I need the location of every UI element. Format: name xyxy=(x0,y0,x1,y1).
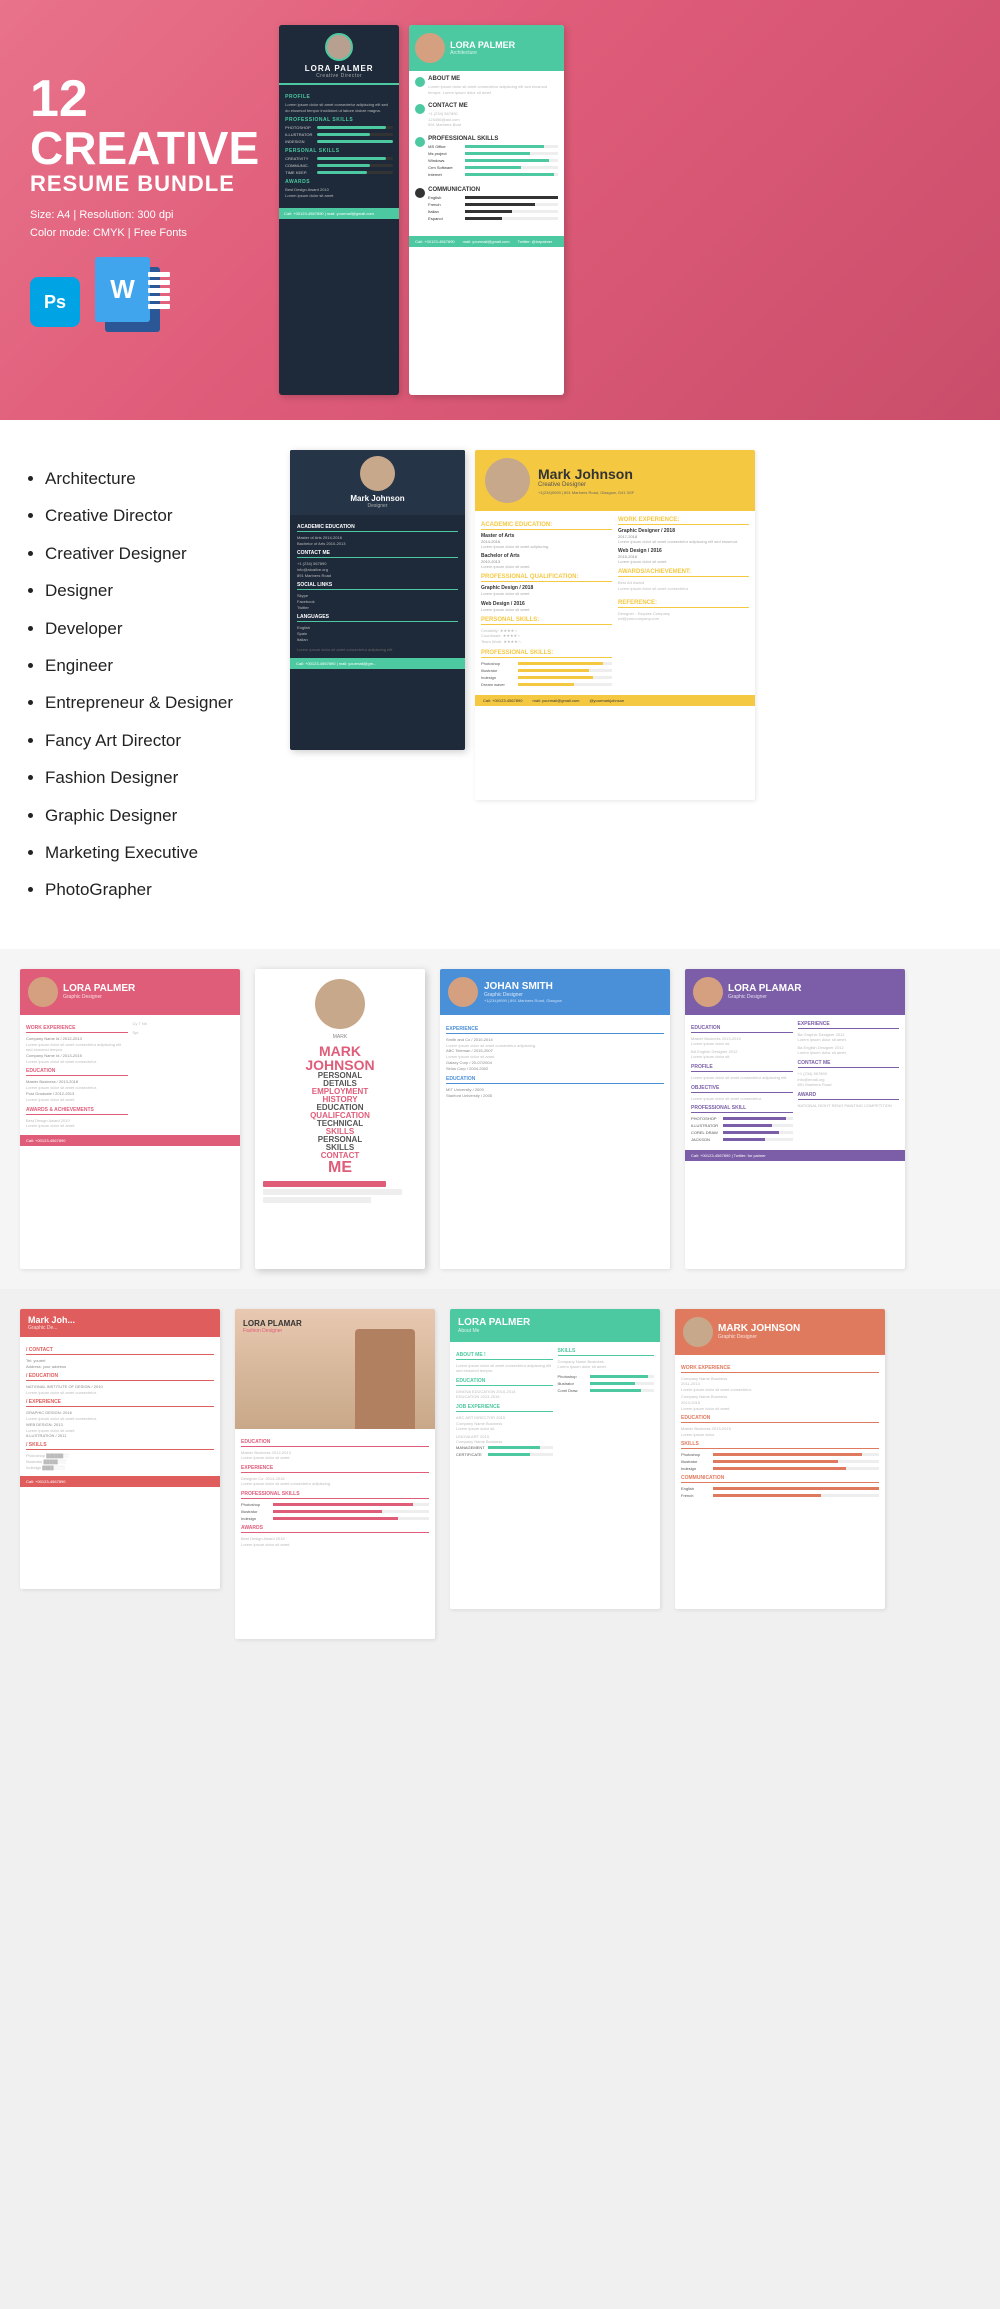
software-icons: Ps W xyxy=(30,257,259,347)
section2-list-previews: Architecture Creative Director Creativer… xyxy=(0,420,1000,949)
rmy-header: Mark Johnson Creative Designer +1(234)90… xyxy=(475,450,755,511)
rd-header: LORA PALMER Creative Director xyxy=(279,25,399,85)
rmr-header: Mark Joh... Graphic De... xyxy=(20,1309,220,1337)
rwa-photo xyxy=(315,979,365,1029)
rj-body: Experience Smith and Co / 2010-2014 Lore… xyxy=(440,1015,670,1105)
word-icon: W xyxy=(90,257,170,347)
rmc-body: WORK EXPERIENCE Company Name Business201… xyxy=(675,1355,885,1507)
wordart-lines: MARK JOHNSON PERSONAL DETAILS EMPLOYMENT… xyxy=(263,1044,417,1176)
rlt-body: ABOUT ME Lorem ipsum dolor sit amet cons… xyxy=(409,71,564,236)
list-item-creative-designer: Creativer Designer xyxy=(45,535,270,572)
section4: Mark Joh... Graphic De... / CONTACT Tel:… xyxy=(0,1289,1000,1659)
resume-preview-mark-coral: MARK JOHNSON Graphic Designer WORK EXPER… xyxy=(675,1309,885,1609)
rd-photo xyxy=(325,33,353,61)
rlf-name-block: LORA PLAMAR Fashion Designer xyxy=(243,1319,302,1334)
rlf-photo-bg: LORA PLAMAR Fashion Designer xyxy=(235,1309,435,1429)
rd-body: PROFILE Lorem ipsum dolor sit amet conse… xyxy=(279,85,399,203)
rlp-photo xyxy=(693,977,723,1007)
bundle-number: 12 xyxy=(30,73,259,125)
section2-resume-previews: Mark Johnson Designer ACADEMIC EDUCATION… xyxy=(290,450,980,800)
rmd-header: Mark Johnson Designer xyxy=(290,450,465,515)
list-item-fancy-art-director: Fancy Art Director xyxy=(45,722,270,759)
resume-preview-lora-teal: LORA PALMER Architecture ABOUT ME Lorem … xyxy=(409,25,564,395)
rlt-header: LORA PALMER Architecture xyxy=(409,25,564,71)
photoshop-icon: Ps xyxy=(30,277,80,327)
rmy-footer: Call: +00123-4567890 mail: yourmail@gmai… xyxy=(475,695,755,706)
rmc-header: MARK JOHNSON Graphic Designer xyxy=(675,1309,885,1355)
rla-header: LORA PALMER About Me xyxy=(450,1309,660,1342)
list-item-designer: Designer xyxy=(45,572,270,609)
resume-preview-lora-fashion: LORA PLAMAR Fashion Designer EDUCATION M… xyxy=(235,1309,435,1639)
word-front-layer: W xyxy=(95,257,150,322)
bundle-creative: CREATIVE xyxy=(30,125,259,171)
rlb-body: WORK EXPERIENCE Company Name Id / 2012-2… xyxy=(20,1015,240,1135)
banner-resume-previews: LORA PALMER Creative Director PROFILE Lo… xyxy=(279,25,970,395)
list-item-graphic-designer: Graphic Designer xyxy=(45,797,270,834)
resume-preview-lora-about: LORA PALMER About Me ABOUT ME ! Lorem ip… xyxy=(450,1309,660,1609)
resume-preview-mark-wordart: MARK MARK JOHNSON PERSONAL DETAILS EMPLO… xyxy=(255,969,425,1269)
rj-photo xyxy=(448,977,478,1007)
section3: LORA PALMER Graphic Designer WORK EXPERI… xyxy=(0,949,1000,1289)
resume-preview-lora-blue: LORA PALMER Graphic Designer WORK EXPERI… xyxy=(20,969,240,1269)
list-item-photographer: PhotoGrapher xyxy=(45,871,270,908)
bundle-subtitle: RESUME BUNDLE xyxy=(30,171,259,197)
word-lines-decoration xyxy=(148,269,170,312)
list-item-engineer: Engineer xyxy=(45,647,270,684)
list-item-creative-director: Creative Director xyxy=(45,497,270,534)
resume-preview-mark-yellow: Mark Johnson Creative Designer +1(234)90… xyxy=(475,450,755,800)
top-banner: 12 CREATIVE RESUME BUNDLE Size: A4 | Res… xyxy=(0,0,1000,420)
previews-row-1: Mark Johnson Designer ACADEMIC EDUCATION… xyxy=(290,450,980,800)
template-list: Architecture Creative Director Creativer… xyxy=(20,450,270,919)
resume-preview-lora-purple: LORA PLAMAR Graphic Designer EDUCATION M… xyxy=(685,969,905,1269)
skill-row-illustrator: ILLUSTRATOR xyxy=(285,132,393,137)
list-item-developer: Developer xyxy=(45,610,270,647)
rlf-person-silhouette xyxy=(355,1329,415,1429)
resume-preview-lora-dark: LORA PALMER Creative Director PROFILE Lo… xyxy=(279,25,399,395)
resume-preview-mark-red: Mark Joh... Graphic De... / CONTACT Tel:… xyxy=(20,1309,220,1589)
rla-body: ABOUT ME ! Lorem ipsum dolor sit amet co… xyxy=(450,1342,660,1465)
rlp-header: LORA PLAMAR Graphic Designer xyxy=(685,969,905,1015)
rmd-body: ACADEMIC EDUCATION Master of Arts 2014-2… xyxy=(290,515,465,658)
skill-row-photoshop: PHOTOSHOP xyxy=(285,125,393,130)
list-item-fashion-designer: Fashion Designer xyxy=(45,759,270,796)
rmc-photo xyxy=(683,1317,713,1347)
rmr-body: / CONTACT Tel: yourtel Address: your add… xyxy=(20,1337,220,1477)
resume-preview-mark-dark: Mark Johnson Designer ACADEMIC EDUCATION… xyxy=(290,450,465,750)
rmy-photo xyxy=(485,458,530,503)
specs-line1: Size: A4 | Resolution: 300 dpi Color mod… xyxy=(30,207,259,242)
rlb-header: LORA PALMER Graphic Designer xyxy=(20,969,240,1015)
banner-title-block: 12 CREATIVE RESUME BUNDLE Size: A4 | Res… xyxy=(30,73,259,347)
rlb-photo xyxy=(28,977,58,1007)
skill-row-indesign: INDESIGN xyxy=(285,139,393,144)
template-items-list: Architecture Creative Director Creativer… xyxy=(20,460,270,909)
resume-preview-johan: JOHAN SMITH Graphic Designer +1(234)9090… xyxy=(440,969,670,1269)
list-item-entrepreneur: Entrepreneur & Designer xyxy=(45,684,270,721)
rlf-body: EDUCATION Master Business 2012-2013Lorem… xyxy=(235,1429,435,1554)
rmy-body: ACADEMIC EDUCATION: Master of Arts 2014-… xyxy=(475,511,755,695)
list-item-marketing-executive: Marketing Executive xyxy=(45,834,270,871)
list-item-architecture: Architecture xyxy=(45,460,270,497)
rj-header: JOHAN SMITH Graphic Designer +1(234)9090… xyxy=(440,969,670,1015)
rlt-footer: Call: +00123-4567890 mail: yourmail@gmai… xyxy=(409,236,564,247)
rlt-photo xyxy=(415,33,445,63)
rmd-photo xyxy=(360,456,395,491)
